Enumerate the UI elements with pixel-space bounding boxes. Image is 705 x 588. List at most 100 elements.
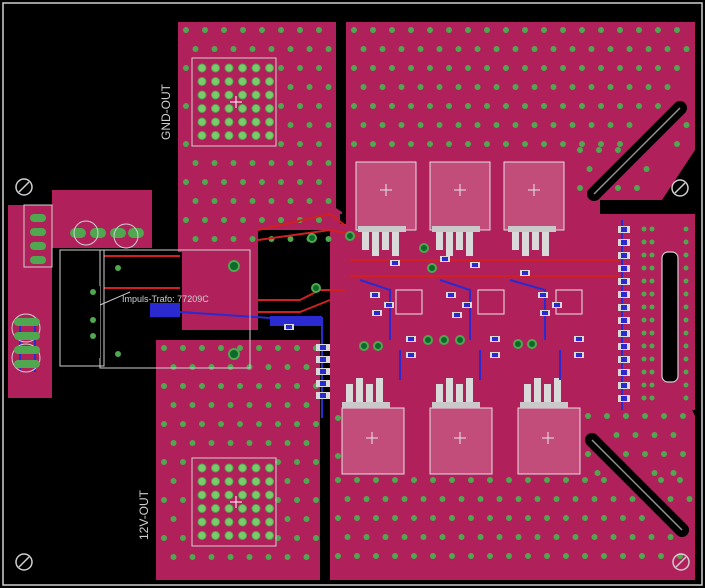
stitch-via xyxy=(313,535,319,541)
stitch-via xyxy=(208,554,215,560)
smd-part xyxy=(284,324,294,330)
stitch-via xyxy=(227,364,234,370)
stitch-via xyxy=(268,160,275,166)
stitch-via xyxy=(287,198,294,204)
stitch-via xyxy=(237,383,243,389)
stitch-via xyxy=(642,451,648,457)
terminal-pad xyxy=(251,104,261,113)
stitch-via xyxy=(230,160,237,166)
stitch-via xyxy=(335,477,341,483)
stitch-via xyxy=(468,477,474,483)
stitch-via xyxy=(629,534,636,540)
stitch-via xyxy=(569,46,576,52)
stitch-via xyxy=(550,46,557,52)
stitch-via xyxy=(670,432,677,438)
stitch-via xyxy=(227,554,234,560)
mosfet-pad xyxy=(446,232,453,256)
stitch-via xyxy=(161,497,167,503)
terminal-pad xyxy=(197,131,207,140)
stitch-via xyxy=(360,122,367,128)
stitch-via xyxy=(183,27,189,33)
stitch-via xyxy=(170,516,177,522)
terminal-pad xyxy=(197,463,207,473)
stitch-via xyxy=(180,421,186,427)
stitch-via xyxy=(211,46,218,52)
stitch-via xyxy=(278,217,284,223)
stitch-via xyxy=(664,46,671,52)
stitch-via xyxy=(658,553,664,559)
stitch-via xyxy=(370,103,376,109)
stitch-via xyxy=(202,27,208,33)
stitch-via xyxy=(170,440,177,446)
stitch-via xyxy=(474,84,481,90)
mosfet-pad xyxy=(532,232,539,250)
stitch-via xyxy=(634,185,640,191)
stitch-via xyxy=(284,440,291,446)
stitch-via xyxy=(189,554,196,560)
mosfet-pad xyxy=(436,232,443,250)
stitch-via xyxy=(382,496,389,502)
terminal-pad xyxy=(197,104,207,113)
stitch-via xyxy=(474,122,481,128)
stitch-via xyxy=(430,477,436,483)
stitch-via xyxy=(230,236,237,242)
terminal-pad xyxy=(238,77,247,86)
stitch-via xyxy=(227,440,234,446)
stitch-via xyxy=(408,65,414,71)
stitch-via xyxy=(674,141,680,147)
smd-part xyxy=(446,292,456,298)
v12-out-label: 12V-OUT xyxy=(137,489,151,540)
stitch-via xyxy=(325,160,332,166)
terminal-pad xyxy=(211,504,220,513)
stitch-via xyxy=(256,345,262,351)
terminal-pad xyxy=(197,90,207,100)
stitch-via xyxy=(218,421,224,427)
terminal-pad xyxy=(251,531,261,540)
stitch-via xyxy=(259,179,265,185)
stitch-via xyxy=(493,122,500,128)
terminal-pad xyxy=(197,490,207,500)
stitch-via xyxy=(189,364,196,370)
stitch-via xyxy=(503,103,509,109)
stitch-via xyxy=(325,46,332,52)
stitch-via xyxy=(411,477,417,483)
stitch-via xyxy=(256,383,262,389)
terminal-pad xyxy=(197,517,207,527)
stitch-via xyxy=(427,103,433,109)
stitch-via xyxy=(192,198,199,204)
stitch-via xyxy=(579,141,585,147)
stitch-via xyxy=(686,496,693,502)
stitch-via xyxy=(161,459,167,465)
terminal-pad xyxy=(238,504,247,513)
terminal-pad xyxy=(265,77,274,86)
stitch-via xyxy=(379,46,386,52)
terminal-pad xyxy=(265,117,274,127)
terminal-pad xyxy=(224,490,234,500)
stitch-via xyxy=(496,496,503,502)
stitch-via xyxy=(351,141,357,147)
stitch-via xyxy=(325,84,332,90)
stitch-via xyxy=(360,84,367,90)
terminal-pad xyxy=(211,531,220,540)
terminal-pad xyxy=(265,490,274,500)
terminal-pad xyxy=(251,77,261,86)
stitch-via xyxy=(560,27,566,33)
stitch-via xyxy=(541,141,547,147)
terminal-pad xyxy=(238,477,247,486)
stitch-via xyxy=(636,27,642,33)
stitch-via xyxy=(265,440,272,446)
stitch-via xyxy=(487,477,493,483)
stitch-via xyxy=(370,27,376,33)
stitch-via xyxy=(458,496,465,502)
stitch-via xyxy=(275,421,281,427)
terminal-pad xyxy=(211,117,220,127)
stitch-via xyxy=(670,470,677,476)
stitch-via xyxy=(607,122,614,128)
stitch-via xyxy=(259,217,265,223)
stitch-via xyxy=(455,84,462,90)
stitch-via xyxy=(278,27,284,33)
stitch-via xyxy=(398,122,405,128)
stitch-via xyxy=(363,496,370,502)
stitch-via xyxy=(183,103,189,109)
stitch-via xyxy=(265,554,272,560)
